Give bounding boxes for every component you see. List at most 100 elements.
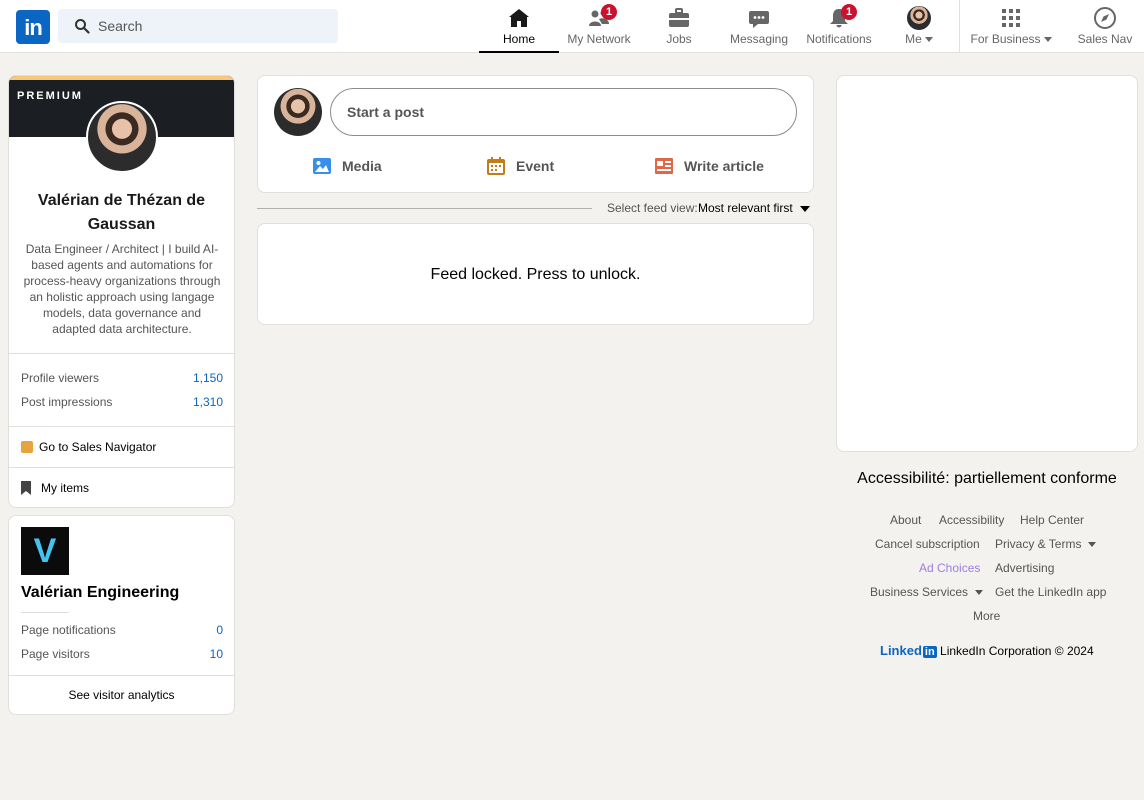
sales-navigator-label: Go to Sales Navigator bbox=[39, 440, 157, 454]
home-icon bbox=[507, 6, 531, 30]
media-label: Media bbox=[342, 158, 382, 174]
page-visitors-stat[interactable]: Page visitors 10 bbox=[21, 647, 223, 661]
nav-label: Messaging bbox=[729, 32, 789, 46]
footer-more[interactable]: More bbox=[973, 609, 1000, 623]
linkedin-wordmark: Linked in bbox=[880, 643, 937, 658]
feed-sort-value[interactable]: Most relevant first bbox=[698, 201, 793, 215]
briefcase-icon bbox=[667, 6, 691, 30]
stat-label: Post impressions bbox=[21, 395, 113, 409]
footer-cancel-subscription[interactable]: Cancel subscription bbox=[875, 537, 980, 551]
nav-label: Home bbox=[502, 32, 535, 46]
chevron-down-icon bbox=[1088, 542, 1097, 548]
post-impressions-stat[interactable]: Post impressions 1,310 bbox=[21, 395, 223, 409]
footer-about[interactable]: About bbox=[890, 513, 921, 527]
nav-label: For Business bbox=[970, 32, 1041, 46]
footer-help-center[interactable]: Help Center bbox=[1020, 513, 1084, 527]
my-items-label: My items bbox=[41, 481, 89, 495]
stat-value: 10 bbox=[209, 647, 223, 661]
grid-icon bbox=[999, 6, 1023, 30]
stat-label: Profile viewers bbox=[21, 371, 100, 385]
write-article-button[interactable]: Write article bbox=[654, 152, 794, 180]
divider bbox=[9, 675, 234, 676]
divider bbox=[257, 208, 592, 209]
avatar bbox=[907, 6, 931, 30]
footer-privacy-terms[interactable]: Privacy & Terms bbox=[995, 537, 1097, 551]
start-post-button[interactable]: Start a post bbox=[330, 88, 797, 136]
footer-ad-choices[interactable]: Ad Choices bbox=[919, 561, 980, 575]
nav-for-business[interactable]: For Business bbox=[965, 0, 1057, 52]
linkedin-wordmark-in: in bbox=[922, 646, 937, 658]
caret-down-icon[interactable] bbox=[800, 206, 810, 212]
feed-sort-label: Select feed view: bbox=[607, 201, 698, 215]
stat-value: 0 bbox=[216, 623, 223, 637]
chat-icon bbox=[747, 6, 771, 30]
nav-home[interactable]: Home bbox=[479, 0, 559, 53]
top-navigation-bar: in Home 1 My Network Jobs Messaging bbox=[0, 0, 1144, 53]
stat-value: 1,150 bbox=[192, 371, 223, 385]
footer-privacy-label: Privacy & Terms bbox=[995, 537, 1082, 551]
divider bbox=[21, 612, 69, 613]
sales-navigator-link[interactable]: Go to Sales Navigator bbox=[21, 440, 156, 454]
bookmark-icon bbox=[21, 481, 31, 498]
divider bbox=[9, 426, 234, 427]
ad-placeholder bbox=[836, 75, 1138, 452]
nav-notifications[interactable]: 1 Notifications bbox=[799, 0, 879, 52]
feed-locked-message[interactable]: Feed locked. Press to unlock. bbox=[258, 266, 813, 284]
stat-value: 1,310 bbox=[192, 395, 223, 409]
footer-business-label: Business Services bbox=[870, 585, 969, 599]
media-button[interactable]: Media bbox=[312, 152, 402, 180]
profile-headline: Data Engineer / Architect | I build AI-b… bbox=[23, 242, 221, 336]
chevron-down-icon bbox=[924, 37, 933, 43]
feed-locked-card[interactable]: Feed locked. Press to unlock. bbox=[257, 223, 814, 325]
footer-advertising[interactable]: Advertising bbox=[995, 561, 1054, 575]
profile-viewers-stat[interactable]: Profile viewers 1,150 bbox=[21, 371, 223, 385]
nav-label: Sales Nav bbox=[1077, 32, 1133, 46]
avatar[interactable] bbox=[274, 88, 322, 136]
stat-label: Page notifications bbox=[21, 623, 116, 637]
search-icon bbox=[74, 18, 90, 39]
network-badge: 1 bbox=[601, 4, 617, 20]
profile-avatar[interactable] bbox=[86, 101, 158, 173]
event-button[interactable]: Event bbox=[486, 152, 576, 180]
compass-icon bbox=[1093, 6, 1117, 30]
linkedin-logo[interactable]: in bbox=[16, 10, 50, 44]
chevron-down-icon bbox=[1043, 37, 1052, 43]
event-label: Event bbox=[516, 158, 555, 174]
nav-label: Me bbox=[905, 32, 922, 46]
nav-sales-nav[interactable]: Sales Nav bbox=[1066, 0, 1144, 52]
page-notifications-stat[interactable]: Page notifications 0 bbox=[21, 623, 223, 637]
feed-sort-bar[interactable]: Select feed view: Most relevant first bbox=[257, 200, 814, 218]
search-box[interactable] bbox=[58, 9, 338, 43]
footer-get-app[interactable]: Get the LinkedIn app bbox=[995, 585, 1106, 599]
article-icon bbox=[654, 156, 674, 185]
nav-label: My Network bbox=[567, 32, 631, 46]
company-name[interactable]: Valérian Engineering bbox=[21, 584, 179, 602]
nav-me[interactable]: Me bbox=[879, 0, 959, 52]
search-input[interactable] bbox=[98, 9, 328, 43]
company-logo[interactable]: V bbox=[21, 527, 69, 575]
footer-business-services[interactable]: Business Services bbox=[870, 585, 984, 599]
my-items-link[interactable]: My items bbox=[21, 481, 89, 498]
notifications-badge: 1 bbox=[841, 4, 857, 20]
nav-jobs[interactable]: Jobs bbox=[639, 0, 719, 52]
sales-navigator-icon bbox=[21, 441, 33, 453]
company-page-card: V Valérian Engineering Page notification… bbox=[8, 515, 235, 715]
chevron-down-icon bbox=[975, 590, 984, 596]
nav-my-network[interactable]: 1 My Network bbox=[559, 0, 639, 52]
visitor-analytics-link[interactable]: See visitor analytics bbox=[9, 688, 234, 702]
nav-divider bbox=[959, 0, 960, 52]
divider bbox=[9, 353, 234, 354]
accessibility-status: Accessibilité: partiellement conforme bbox=[857, 470, 1117, 487]
image-icon bbox=[312, 156, 332, 185]
nav-messaging[interactable]: Messaging bbox=[719, 0, 799, 52]
profile-card: PREMIUM Valérian de Thézan de Gaussan Da… bbox=[8, 75, 235, 508]
linkedin-wordmark-text: Linked bbox=[880, 643, 922, 658]
calendar-icon bbox=[486, 156, 506, 185]
footer-accessibility[interactable]: Accessibility bbox=[939, 513, 1004, 527]
profile-name[interactable]: Valérian de Thézan de Gaussan bbox=[21, 189, 222, 237]
nav-label: Jobs bbox=[666, 32, 692, 46]
copyright-text: LinkedIn Corporation © 2024 bbox=[940, 644, 1094, 658]
divider bbox=[9, 467, 234, 468]
stat-label: Page visitors bbox=[21, 647, 90, 661]
write-article-label: Write article bbox=[684, 158, 764, 174]
